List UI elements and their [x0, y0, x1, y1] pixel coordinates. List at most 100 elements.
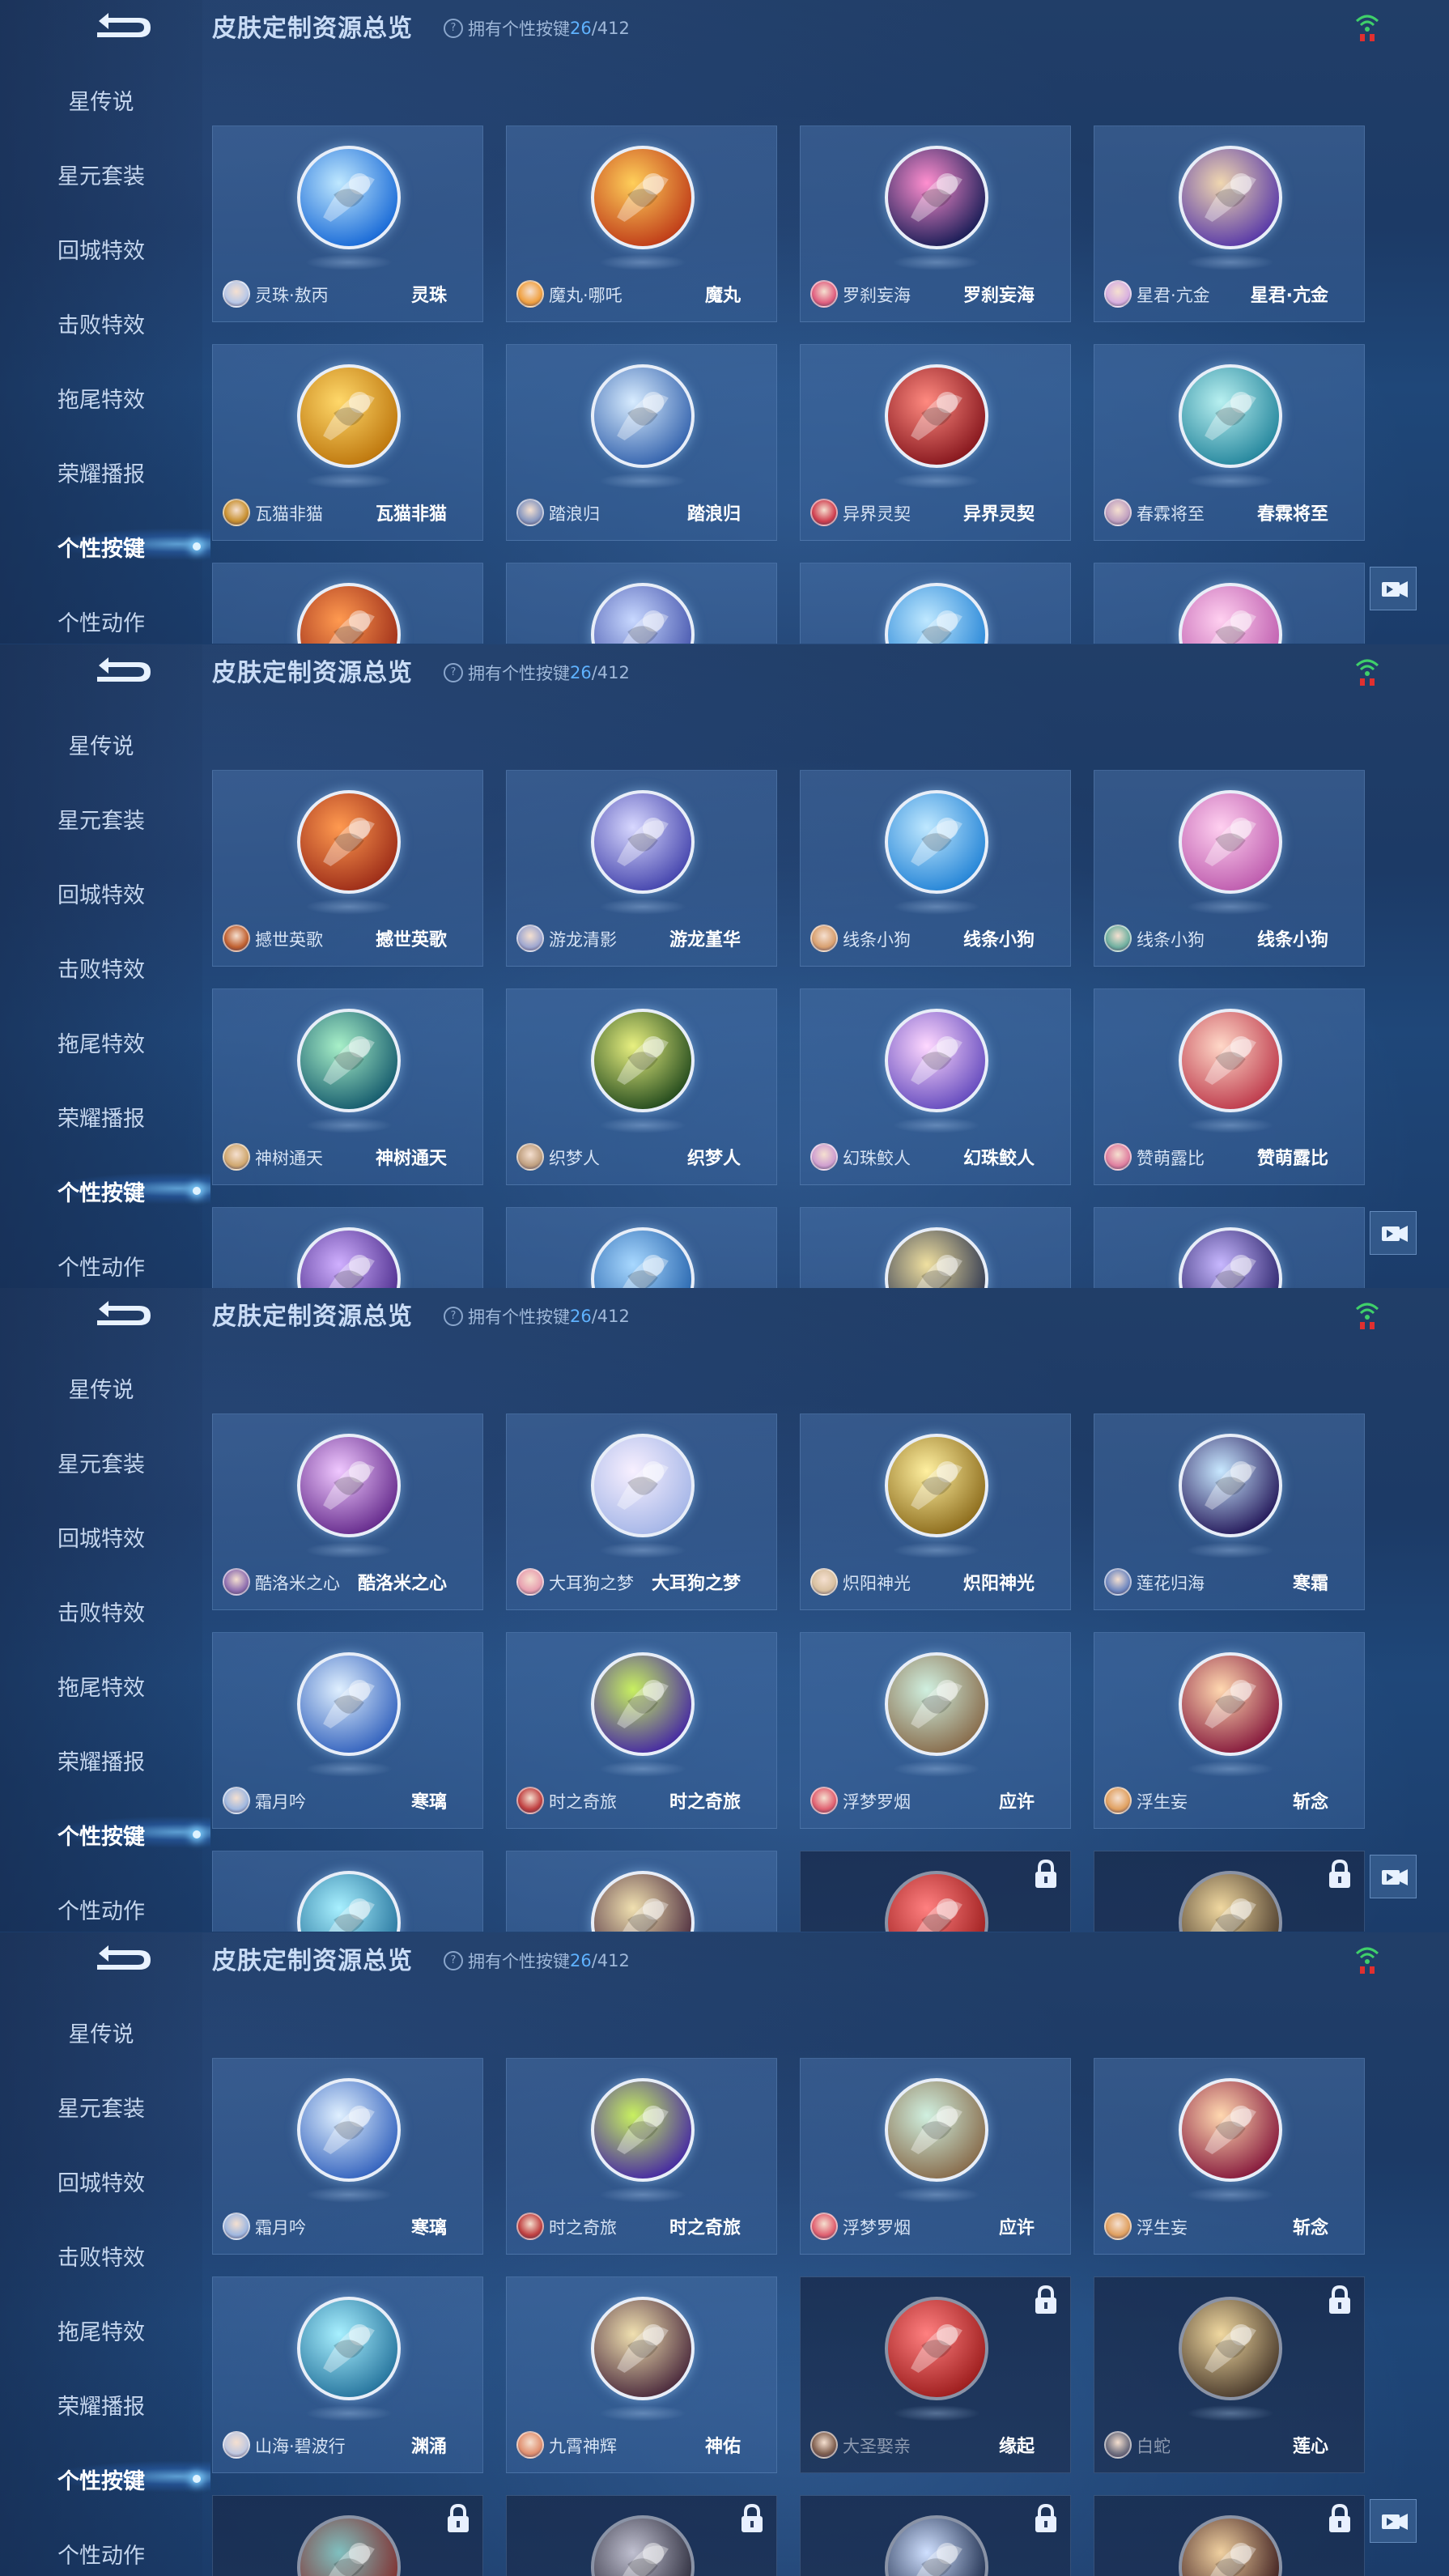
skin-card[interactable]: 酷洛米之心 酷洛米之心	[212, 1413, 483, 1610]
nav-item-4[interactable]: 拖尾特效	[0, 382, 202, 414]
nav-item-6[interactable]: 个性按键	[0, 1175, 202, 1207]
nav-item-2[interactable]: 回城特效	[0, 1521, 202, 1553]
nav-item-2[interactable]: 回城特效	[0, 878, 202, 909]
help-icon[interactable]: ?	[444, 1307, 463, 1326]
skin-card[interactable]: 线条小狗 线条小狗	[1094, 769, 1365, 967]
skin-card[interactable]: 灵珠·敖丙 灵珠	[212, 125, 483, 322]
skin-card[interactable]: 炽阳神光 炽阳神光	[800, 1413, 1071, 1610]
skin-name: 神佑	[704, 2436, 741, 2457]
skin-card[interactable]: 浮梦罗烟 应许	[800, 1632, 1071, 1829]
help-icon[interactable]: ?	[444, 19, 463, 38]
skin-card[interactable]: 撼世英歌 撼世英歌	[212, 769, 483, 967]
skin-card[interactable]	[1094, 563, 1365, 644]
skin-card[interactable]	[1094, 2494, 1365, 2576]
back-button[interactable]	[89, 653, 154, 687]
nav-item-4[interactable]: 拖尾特效	[0, 1670, 202, 1702]
nav-item-6[interactable]: 个性按键	[0, 531, 202, 563]
skin-card[interactable]: 时之奇旅 时之奇旅	[506, 1632, 777, 1829]
nav-item-2[interactable]: 回城特效	[0, 233, 202, 265]
nav-item-1[interactable]: 星元套装	[0, 803, 202, 835]
skin-card[interactable]: 幻珠鲛人 幻珠鲛人	[800, 988, 1071, 1185]
help-icon[interactable]: ?	[444, 662, 463, 682]
nav-item-0[interactable]: 星传说	[0, 729, 202, 760]
page-title: 皮肤定制资源总览	[212, 1303, 413, 1331]
skin-card[interactable]: 线条小狗 线条小狗	[800, 769, 1071, 967]
help-icon[interactable]: ?	[444, 1950, 463, 1970]
skin-card[interactable]	[212, 1206, 483, 1288]
skin-card[interactable]	[212, 563, 483, 644]
skin-card[interactable]	[506, 1851, 777, 1932]
nav-item-7[interactable]: 个性动作	[0, 2538, 202, 2570]
nav-item-3[interactable]: 击败特效	[0, 1596, 202, 1627]
nav-item-5[interactable]: 荣耀播报	[0, 1101, 202, 1133]
nav-item-5[interactable]: 荣耀播报	[0, 2389, 202, 2421]
nav-item-3[interactable]: 击败特效	[0, 2240, 202, 2272]
skin-card[interactable]: 莲花归海 寒霜	[1094, 1413, 1365, 1610]
skin-card[interactable]	[506, 2494, 777, 2576]
nav-item-4[interactable]: 拖尾特效	[0, 1027, 202, 1058]
hero-avatar	[810, 2430, 838, 2459]
nav-item-1[interactable]: 星元套装	[0, 159, 202, 190]
nav-item-3[interactable]: 击败特效	[0, 952, 202, 984]
skin-card[interactable]	[1094, 1851, 1365, 1932]
skin-card[interactable]: 瓦猫非猫 瓦猫非猫	[212, 344, 483, 541]
emblem-reflection	[305, 1116, 393, 1133]
skin-card[interactable]: 织梦人 织梦人	[506, 988, 777, 1185]
skin-card[interactable]	[800, 1851, 1071, 1932]
skin-card[interactable]: 游龙清影 游龙堇华	[506, 769, 777, 967]
nav-item-5[interactable]: 荣耀播报	[0, 457, 202, 488]
skin-card[interactable]: 赞萌露比 赞萌露比	[1094, 988, 1365, 1185]
skin-card[interactable]: 九霄神辉 神佑	[506, 2276, 777, 2473]
skin-card[interactable]: 异界灵契 异界灵契	[800, 344, 1071, 541]
nav-item-0[interactable]: 星传说	[0, 84, 202, 116]
skin-card[interactable]: 浮生妄 斩念	[1094, 1632, 1365, 1829]
nav-item-4[interactable]: 拖尾特效	[0, 2315, 202, 2346]
skin-card[interactable]	[506, 1206, 777, 1288]
skin-card[interactable]: 罗刹妄海 罗刹妄海	[800, 125, 1071, 322]
owned-label: 拥有个性按键	[468, 663, 570, 683]
skin-card[interactable]: 山海·碧波行 渊涌	[212, 2276, 483, 2473]
nav-item-5[interactable]: 荣耀播报	[0, 1745, 202, 1776]
skin-card[interactable]: 魔丸·哪吒 魔丸	[506, 125, 777, 322]
skin-card[interactable]: 踏浪归 踏浪归	[506, 344, 777, 541]
skin-card[interactable]	[212, 1851, 483, 1932]
skin-card[interactable]	[800, 2494, 1071, 2576]
skin-card[interactable]: 春霖将至 春霖将至	[1094, 344, 1365, 541]
nav-item-0[interactable]: 星传说	[0, 1372, 202, 1404]
skin-card[interactable]: 大圣娶亲 缘起	[800, 2276, 1071, 2473]
skin-name: 幻珠鲛人	[962, 1148, 1035, 1169]
skin-card[interactable]: 浮生妄 斩念	[1094, 2057, 1365, 2255]
nav-item-7[interactable]: 个性动作	[0, 1894, 202, 1925]
skin-card[interactable]	[506, 563, 777, 644]
nav-item-7[interactable]: 个性动作	[0, 606, 202, 637]
skin-card[interactable]: 星君·亢金 星君·亢金	[1094, 125, 1365, 322]
nav-item-0[interactable]: 星传说	[0, 2017, 202, 2048]
skin-card[interactable]: 霜月吟 寒璃	[212, 2057, 483, 2255]
back-button[interactable]	[89, 1941, 154, 1975]
video-record-button[interactable]	[1370, 1855, 1417, 1898]
hero-avatar	[810, 924, 838, 952]
nav-item-6[interactable]: 个性按键	[0, 2463, 202, 2495]
skin-card[interactable]: 浮梦罗烟 应许	[800, 2057, 1071, 2255]
back-button[interactable]	[89, 1296, 154, 1330]
video-record-button[interactable]	[1370, 2498, 1417, 2543]
video-record-button[interactable]	[1370, 567, 1417, 610]
skin-card[interactable]	[1094, 1206, 1365, 1288]
skin-card[interactable]: 大耳狗之梦 大耳狗之梦	[506, 1413, 777, 1610]
nav-item-2[interactable]: 回城特效	[0, 2166, 202, 2197]
skin-card[interactable]	[800, 563, 1071, 644]
nav-item-6[interactable]: 个性按键	[0, 1819, 202, 1851]
skin-card[interactable]	[800, 1206, 1071, 1288]
nav-item-3[interactable]: 击败特效	[0, 308, 202, 339]
nav-item-1[interactable]: 星元套装	[0, 2091, 202, 2123]
back-button[interactable]	[89, 8, 154, 42]
skin-card[interactable]: 神树通天 神树通天	[212, 988, 483, 1185]
video-record-button[interactable]	[1370, 1210, 1417, 1255]
nav-item-1[interactable]: 星元套装	[0, 1447, 202, 1478]
skin-card[interactable]: 时之奇旅 时之奇旅	[506, 2057, 777, 2255]
skin-card[interactable]: 霜月吟 寒璃	[212, 1632, 483, 1829]
nav-item-7[interactable]: 个性动作	[0, 1250, 202, 1282]
skin-card[interactable]	[212, 2494, 483, 2576]
skin-emblem-icon	[885, 2296, 988, 2400]
skin-card[interactable]: 白蛇 莲心	[1094, 2276, 1365, 2473]
